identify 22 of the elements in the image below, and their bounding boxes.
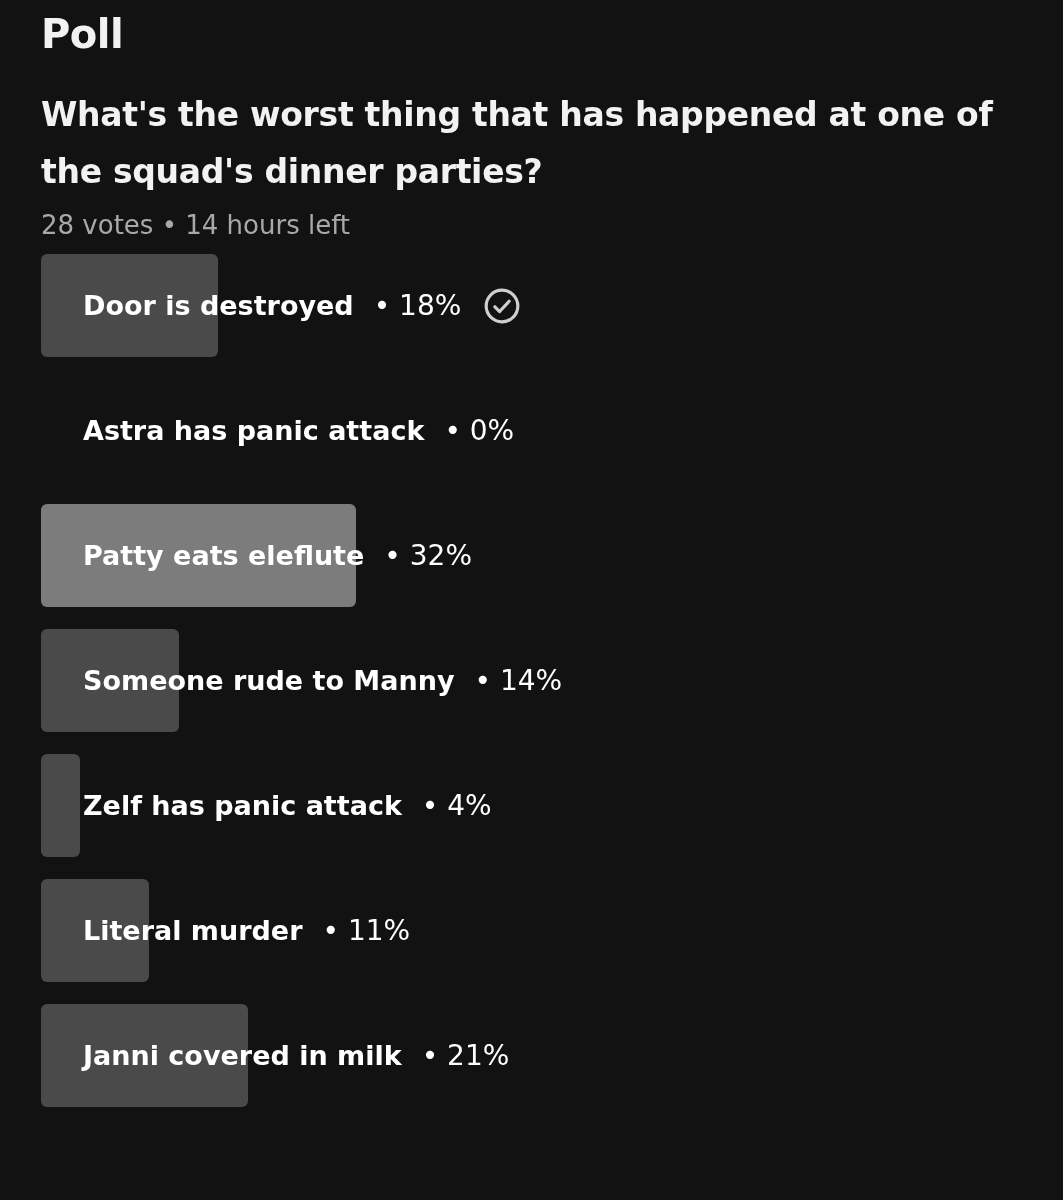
poll-option[interactable]: Literal murder • 11%	[41, 879, 1025, 982]
poll-option[interactable]: Door is destroyed • 18%	[41, 254, 1025, 357]
option-label: Astra has panic attack	[83, 415, 425, 446]
option-label: Zelf has panic attack	[83, 790, 402, 821]
poll-question: What's the worst thing that has happened at one of the squad's dinner parties?	[41, 94, 994, 193]
poll-meta: 28 votes • 14 hours left	[41, 209, 352, 242]
option-percent: • 11%	[322, 914, 411, 947]
option-percent: • 21%	[421, 1039, 510, 1072]
option-label: Someone rude to Manny	[83, 665, 455, 696]
poll-option[interactable]: Astra has panic attack • 0%	[41, 379, 1025, 482]
option-label: Janni covered in milk	[83, 1040, 402, 1071]
option-percent: • 18%	[373, 289, 462, 322]
option-percent: • 4%	[421, 789, 492, 822]
poll-option[interactable]: Zelf has panic attack • 4%	[41, 754, 1025, 857]
poll-title: Poll	[41, 10, 125, 59]
poll-option[interactable]: Janni covered in milk • 21%	[41, 1004, 1025, 1107]
option-percent: • 14%	[474, 664, 563, 697]
poll-option[interactable]: Someone rude to Manny • 14%	[41, 629, 1025, 732]
option-percent: • 32%	[384, 539, 472, 572]
option-percent: • 0%	[444, 414, 515, 447]
option-label: Door is destroyed	[83, 290, 354, 321]
option-label: Literal murder	[83, 915, 303, 946]
